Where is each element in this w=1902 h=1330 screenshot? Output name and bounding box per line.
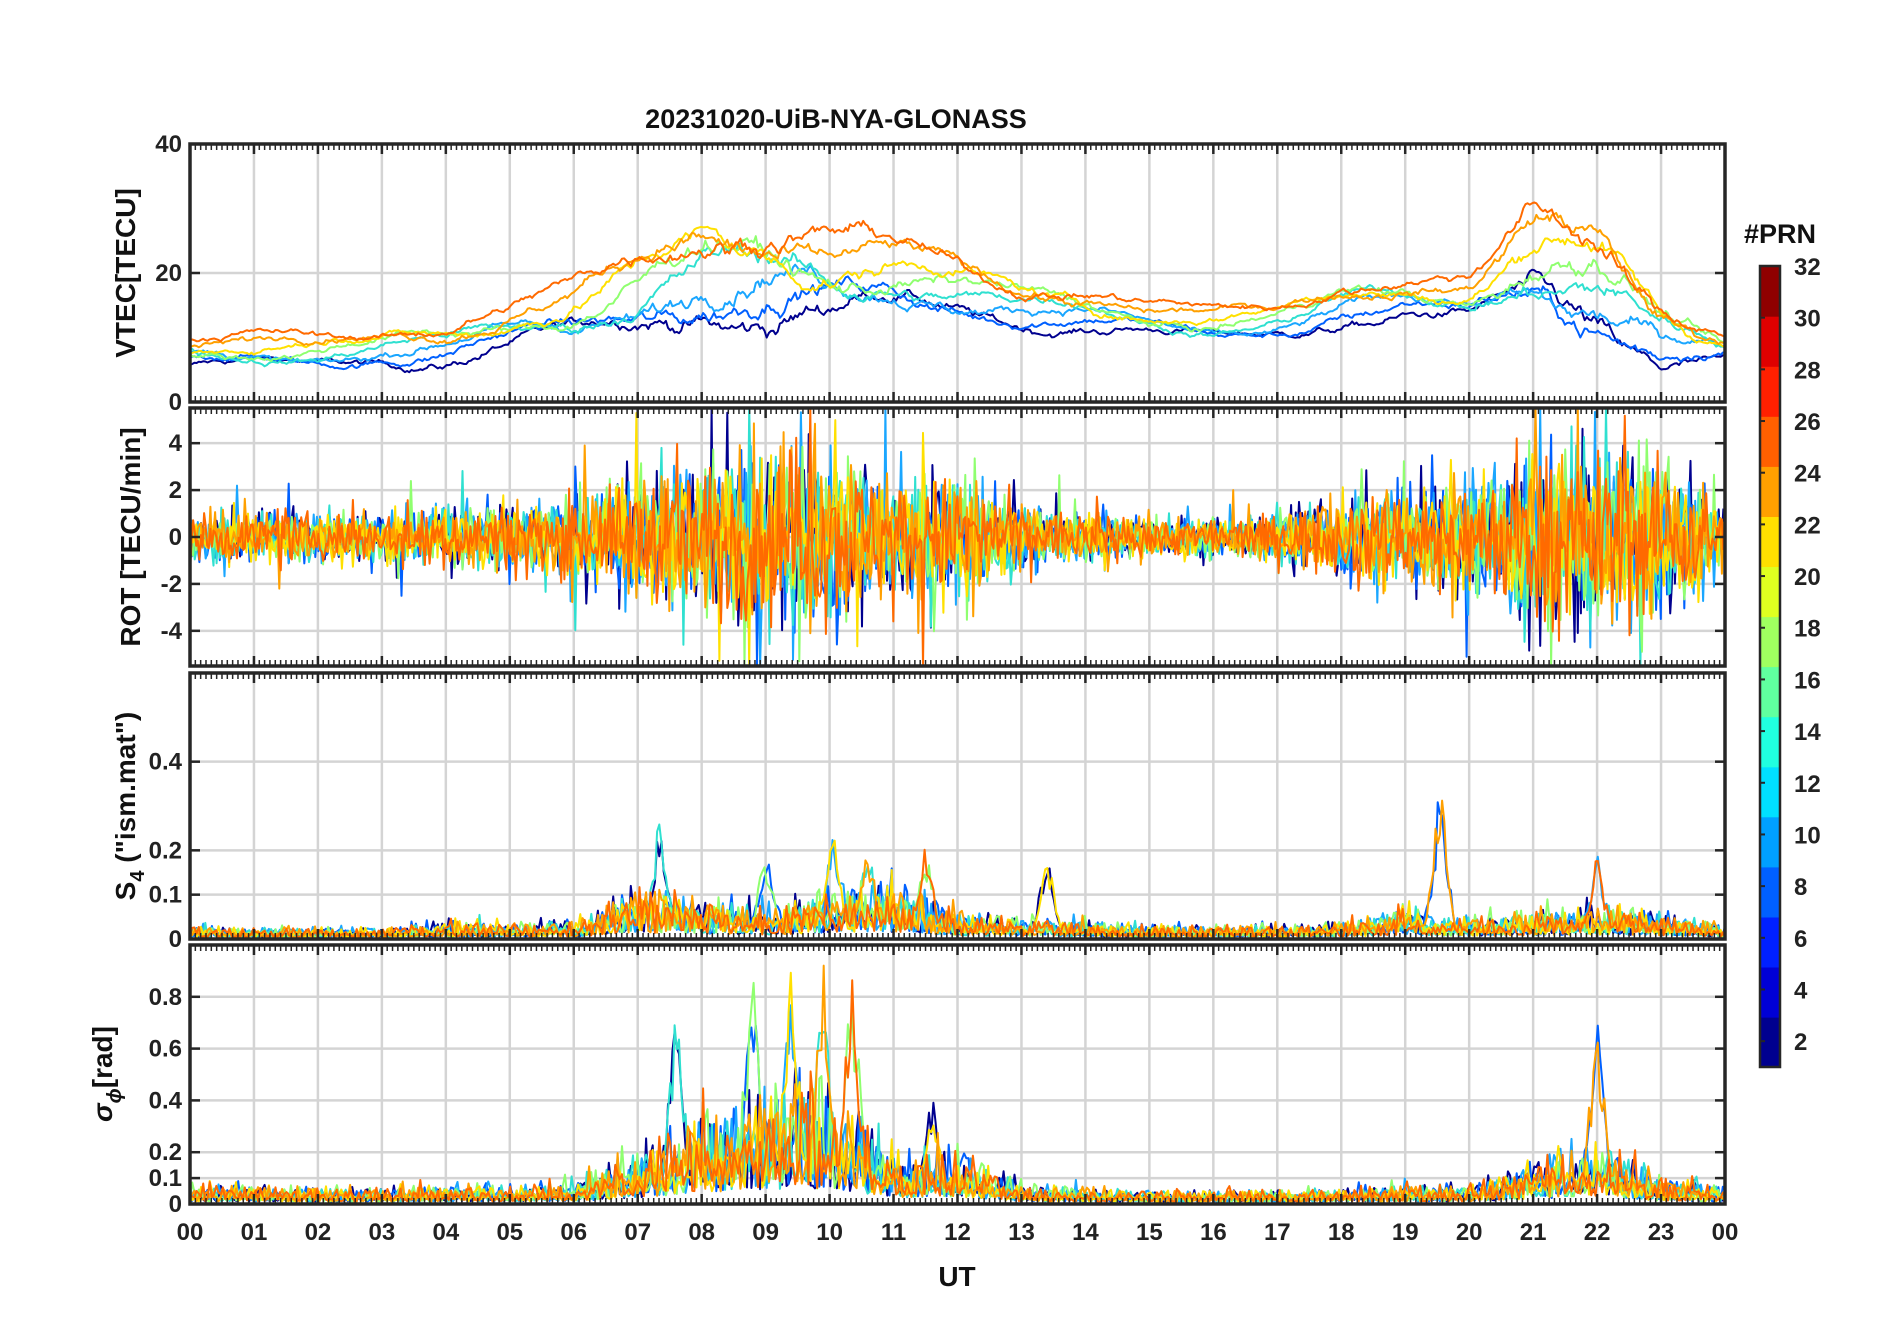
y-tick-label: 0 (169, 926, 182, 953)
x-tick-label: 08 (688, 1219, 715, 1246)
x-tick-label: 23 (1648, 1219, 1675, 1246)
y-tick-label: 0.2 (149, 1139, 182, 1166)
colorbar-segment (1760, 416, 1780, 467)
colorbar-tick-label: 20 (1794, 564, 1821, 591)
colorbar-segment (1760, 966, 1780, 1018)
y-tick-label: 4 (169, 430, 183, 457)
y-tick-label: 2 (169, 477, 182, 504)
y-tick-label: 0.2 (149, 837, 182, 864)
x-tick-label: 04 (432, 1219, 459, 1246)
panel-rot-ylabel: ROT [TECU/min] (115, 427, 146, 646)
y-tick-label: 0 (169, 389, 182, 416)
colorbar-segment (1760, 666, 1780, 718)
colorbar-tick-label: 18 (1794, 616, 1821, 643)
colorbar-tick-label: 28 (1794, 357, 1821, 384)
x-tick-label: 16 (1200, 1219, 1227, 1246)
colorbar-tick-label: 32 (1794, 254, 1821, 281)
colorbar-tick-label: 24 (1794, 461, 1821, 488)
panel-sigma-phi-yticklabels: 00.10.2 0.4 0.6 0.8 (149, 984, 183, 1218)
figure: 20231020-UiB-NYA-GLONASS 02040 VTEC[TECU… (87, 104, 1821, 1292)
colorbar-tick-label: 4 (1794, 977, 1808, 1004)
panel-s4: 0 0.1 0.2 0.4 S4 ("ism.mat") (110, 671, 1727, 953)
x-tick-label: 18 (1328, 1219, 1355, 1246)
colorbar-tick-label: 2 (1794, 1029, 1807, 1056)
x-tick-label: 03 (369, 1219, 396, 1246)
y-tick-label: 0 (169, 1191, 182, 1218)
y-tick-label: 0.4 (149, 749, 183, 776)
x-tick-label: 17 (1264, 1219, 1291, 1246)
colorbar-segment (1760, 566, 1780, 618)
colorbar-segment (1760, 1016, 1780, 1068)
colorbar-segment (1760, 716, 1780, 768)
panel-vtec-ylabel: VTEC[TECU] (110, 188, 141, 358)
colorbar-segment (1760, 616, 1780, 668)
colorbar-segment (1760, 366, 1780, 417)
panel-sigma-phi: 00.10.2 0.4 0.6 0.8 σϕ[rad] (87, 943, 1727, 1218)
x-tick-label: 19 (1392, 1219, 1419, 1246)
x-tick-label: 09 (752, 1219, 779, 1246)
colorbar-tick-label: 14 (1794, 719, 1821, 746)
y-tick-label: 0.6 (149, 1036, 182, 1063)
x-tick-label: 15 (1136, 1219, 1163, 1246)
colorbar-tick-label: 8 (1794, 874, 1807, 901)
colorbar-tick-label: 22 (1794, 512, 1821, 539)
colorbar (1758, 264, 1782, 1069)
y-tick-label: 0 (169, 524, 182, 551)
colorbar-tick-label: 12 (1794, 771, 1821, 798)
x-tick-label: 06 (560, 1219, 587, 1246)
y-tick-label: 40 (155, 131, 182, 158)
y-tick-label: 0.1 (149, 1165, 182, 1192)
y-tick-label: 0.8 (149, 984, 182, 1011)
x-tick-label: 22 (1584, 1219, 1611, 1246)
panel-s4-yticklabels: 0 0.1 0.2 0.4 (149, 749, 183, 953)
colorbar-tick-label: 10 (1794, 822, 1821, 849)
colorbar-tick-label: 26 (1794, 409, 1821, 436)
colorbar-segment (1760, 816, 1780, 868)
panel-s4-ylabel: S4 ("ism.mat") (110, 712, 149, 901)
panel-vtec: 0 20 40 VTEC[TECU] (110, 131, 1727, 416)
x-tick-label: 01 (241, 1219, 268, 1246)
x-tick-label: 05 (496, 1219, 523, 1246)
y-tick-label: 0.4 (149, 1087, 183, 1114)
x-tick-label: 11 (881, 1219, 906, 1246)
x-axis-label: UT (938, 1261, 975, 1292)
colorbar-tick-label: 16 (1794, 667, 1821, 694)
x-tick-label: 21 (1520, 1219, 1547, 1246)
panel-rot-yticklabels: -4 -2 0 2 4 (161, 430, 183, 645)
x-tick-label: 10 (816, 1219, 843, 1246)
y-tick-label: 0.1 (149, 882, 182, 909)
y-tick-label: 20 (155, 260, 182, 287)
x-tick-label: 00 (1712, 1219, 1739, 1246)
panel-rot: -4 -2 0 2 4 ROT [TECU/min] (115, 406, 1727, 668)
colorbar-segment (1760, 316, 1780, 367)
colorbar-segment (1760, 466, 1780, 517)
x-tick-label: 07 (624, 1219, 651, 1246)
colorbar-tick-label: 30 (1794, 306, 1821, 333)
chart-title: 20231020-UiB-NYA-GLONASS (645, 104, 1027, 134)
colorbar-segment (1760, 866, 1780, 918)
panel-vtec-yticklabels: 0 20 40 (155, 131, 182, 416)
x-tick-label: 20 (1456, 1219, 1483, 1246)
x-tick-label: 12 (944, 1219, 971, 1246)
colorbar-segment (1760, 916, 1780, 968)
colorbar-label: #PRN (1744, 219, 1816, 249)
x-tick-label: 00 (177, 1219, 204, 1246)
x-tick-label: 02 (305, 1219, 332, 1246)
y-tick-label: -2 (161, 571, 182, 598)
x-tick-label: 14 (1072, 1219, 1099, 1246)
colorbar-tick-label: 6 (1794, 926, 1807, 953)
colorbar-segment (1760, 266, 1780, 317)
colorbar-ticklabels: 2468101214161820222426283032 (1794, 254, 1821, 1056)
y-tick-label: -4 (161, 618, 183, 645)
panel-sigma-phi-ylabel: σϕ[rad] (87, 1026, 126, 1122)
x-tick-label: 13 (1008, 1219, 1035, 1246)
x-axis-ticklabels: 00 01 02 03 04 05 06 07 08 09 10 11 12 13 14 15 16 17 18 19… (177, 1219, 1739, 1246)
colorbar-segment (1760, 766, 1780, 818)
